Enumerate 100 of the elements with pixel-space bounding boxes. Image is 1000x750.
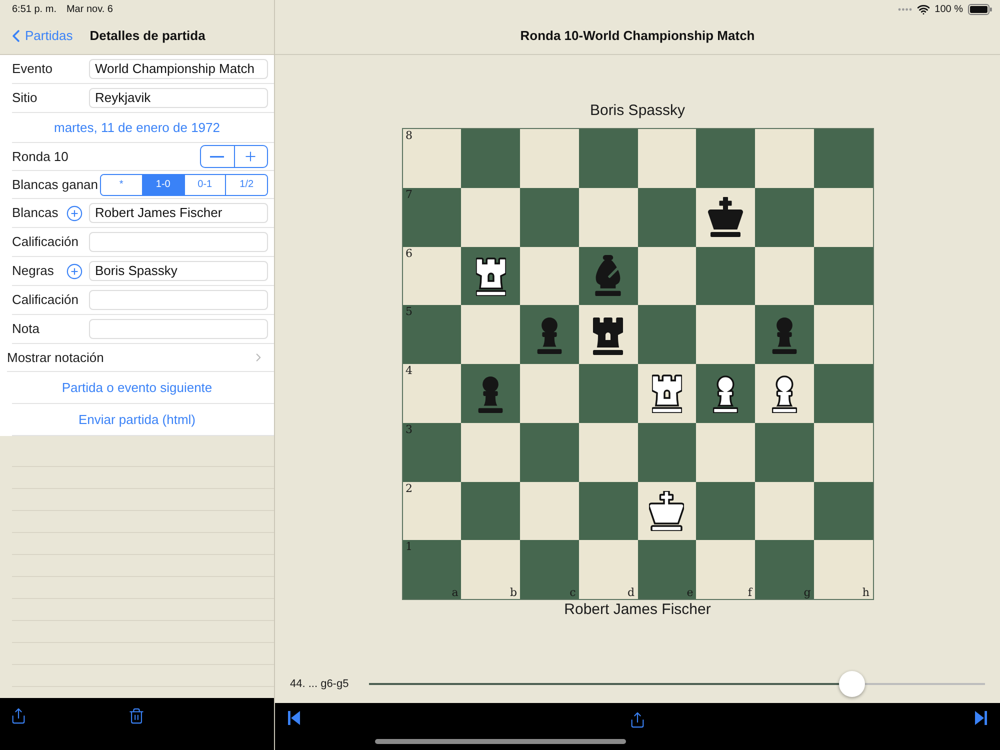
board-square (520, 422, 579, 482)
board-square (696, 246, 755, 306)
field-label: Negras (12, 262, 55, 280)
text-field[interactable]: Reykjavik (89, 88, 268, 108)
board-square (520, 482, 579, 540)
text-field[interactable]: World Championship Match (89, 59, 268, 79)
text-field[interactable] (89, 290, 268, 310)
board-square (638, 188, 696, 246)
rank-label: 1 (406, 541, 412, 554)
window-title: Ronda 10-World Championship Match (520, 27, 755, 46)
board-square (755, 129, 814, 188)
field-label: Blancas (12, 204, 60, 222)
battery-icon (968, 4, 992, 14)
nav-title: Detalles de partida (90, 27, 206, 46)
plus-circle-icon[interactable] (66, 262, 83, 280)
board-square (461, 129, 520, 188)
action-link[interactable]: Enviar partida (html) (78, 410, 196, 430)
round-label: Ronda 10 (12, 148, 68, 166)
board-square (578, 422, 638, 482)
text-field[interactable] (89, 319, 268, 339)
board-square (520, 364, 579, 423)
board-square (814, 188, 872, 246)
status-time: 6:51 p. m. (12, 2, 56, 16)
field-label: Sitio (12, 89, 38, 108)
file-label: a (452, 587, 458, 599)
board-square (578, 129, 638, 188)
player-name: Boris Spassky (590, 101, 686, 121)
board-square (814, 422, 872, 482)
board-square (461, 188, 520, 246)
board-square (755, 246, 814, 306)
text-field[interactable]: Robert James Fischer (89, 203, 268, 223)
text-field[interactable] (89, 232, 268, 252)
skip-back-icon[interactable] (288, 711, 300, 725)
board-square (461, 305, 520, 364)
board-square (696, 422, 755, 482)
skip-forward-icon[interactable] (975, 711, 987, 725)
board-square (814, 482, 872, 540)
board-square (578, 188, 638, 246)
minus-icon (210, 156, 224, 158)
back-button[interactable]: Partidas (6, 26, 73, 46)
file-label: e (686, 587, 694, 599)
rank-label: 4 (406, 365, 412, 377)
rank-label: 3 (406, 424, 412, 436)
action-link[interactable]: Partida o evento siguiente (62, 378, 212, 398)
field-label: Evento (12, 60, 54, 78)
stepper[interactable] (200, 145, 268, 168)
rank-label: 8 (406, 130, 412, 142)
board-square (461, 422, 520, 482)
trash-icon[interactable] (128, 706, 145, 726)
board-square (638, 129, 696, 188)
board-square (814, 129, 872, 188)
board-square (578, 364, 638, 423)
board-square (520, 246, 579, 306)
board-square (578, 482, 638, 540)
board-square (755, 422, 814, 482)
field-label: Calificación (12, 291, 80, 310)
result-label: Blancas ganan (12, 176, 98, 194)
share-icon[interactable] (629, 710, 646, 730)
board-square (638, 305, 696, 364)
segment-tab[interactable]: 1/2 (225, 174, 267, 194)
board-square (638, 246, 696, 306)
rank-label: 2 (406, 482, 412, 494)
text-field[interactable]: Boris Spassky (89, 261, 268, 281)
player-name: Robert James Fischer (564, 600, 711, 620)
field-label: Nota (12, 320, 40, 338)
date-button[interactable]: martes, 11 de enero de 1972 (54, 118, 220, 138)
plus-circle-icon[interactable] (66, 204, 83, 222)
board-square (696, 305, 755, 364)
file-label: f (748, 587, 752, 599)
board-square (461, 482, 520, 540)
disclosure-row[interactable]: Mostrar notación (7, 348, 265, 368)
file-label: b (510, 587, 517, 599)
board-square (696, 129, 755, 188)
segment-tab[interactable]: 1-0 (142, 174, 184, 194)
board-square (696, 482, 755, 540)
board-square (755, 482, 814, 540)
board-square (814, 305, 872, 364)
field-label: Calificación (12, 233, 80, 252)
file-label: c (570, 587, 576, 599)
move-label: 44. ... g6-g5 (290, 676, 350, 692)
signal-dots-icon (898, 8, 912, 10)
board-square (814, 364, 872, 423)
rank-label: 6 (406, 248, 412, 260)
move-slider[interactable] (369, 671, 985, 697)
file-label: h (862, 587, 870, 599)
battery-percent: 100 % (934, 2, 963, 16)
rank-label: 7 (406, 188, 412, 201)
status-date: Mar nov. 6 (66, 2, 113, 16)
board-square (755, 188, 814, 246)
file-label: g (804, 587, 811, 599)
plus-icon (243, 149, 258, 164)
rank-label: 5 (406, 306, 412, 318)
board-square (638, 422, 696, 482)
board-square (814, 246, 872, 306)
file-label: d (627, 587, 634, 599)
share-icon[interactable] (10, 706, 27, 726)
wifi-icon (916, 2, 930, 16)
board-square (520, 188, 579, 246)
board-square (520, 129, 579, 188)
slider-thumb[interactable] (838, 671, 865, 697)
